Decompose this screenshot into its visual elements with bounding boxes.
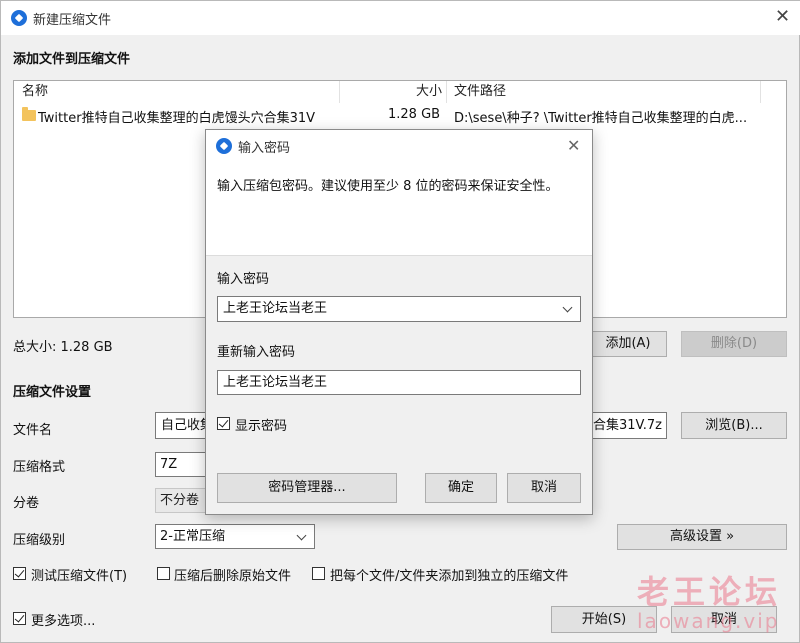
app-logo-icon: [11, 10, 27, 26]
level-select[interactable]: 2-正常压缩: [155, 524, 315, 549]
column-header-path[interactable]: 文件路径: [454, 81, 506, 103]
close-icon[interactable]: ✕: [567, 137, 580, 155]
dialog-title: 输入密码: [238, 141, 291, 156]
test-archive-checkbox[interactable]: [13, 567, 26, 580]
watermark-text: 老王论坛: [637, 573, 782, 611]
password-value: 上老王论坛当老王: [223, 301, 328, 316]
row-name: Twitter推特自己收集整理的白虎馒头穴合集31V: [38, 111, 316, 126]
format-label: 压缩格式: [13, 460, 66, 475]
password-label: 输入密码: [217, 272, 270, 287]
row-path: D:\sese\种子? \Twitter推特自己收集整理的白虎...: [454, 111, 748, 126]
dialog-hint-panel: 输入压缩包密码。建议使用至少 8 位的密码来保证安全性。: [206, 162, 592, 256]
watermark-url: laowang.vip: [637, 609, 780, 633]
column-header-name[interactable]: 名称: [22, 81, 48, 103]
delete-source-label[interactable]: 压缩后删除原始文件: [174, 565, 291, 584]
more-options-checkbox[interactable]: [13, 612, 26, 625]
dialog-hint: 输入压缩包密码。建议使用至少 8 位的密码来保证安全性。: [217, 179, 559, 194]
volume-value: 不分卷: [160, 493, 200, 508]
password-manager-button[interactable]: 密码管理器...: [217, 473, 397, 503]
total-size: 总大小: 1.28 GB: [13, 340, 113, 355]
ok-button[interactable]: 确定: [425, 473, 497, 503]
reenter-password-field[interactable]: 上老王论坛当老王: [217, 370, 581, 395]
column-divider: [760, 81, 761, 103]
test-archive-label[interactable]: 测试压缩文件(T): [31, 565, 127, 584]
separate-archives-label[interactable]: 把每个文件/文件夹添加到独立的压缩文件: [330, 565, 568, 584]
reenter-password-label: 重新输入密码: [217, 345, 296, 360]
format-value: 7Z: [160, 457, 178, 472]
settings-heading: 压缩文件设置: [13, 385, 92, 400]
row-size: 1.28 GB: [388, 107, 441, 122]
show-password-checkbox[interactable]: [217, 417, 230, 430]
advanced-settings-button[interactable]: 高级设置 »: [617, 524, 787, 550]
window-title: 新建压缩文件: [33, 13, 112, 28]
app-logo-icon: [216, 138, 232, 154]
separate-archives-checkbox[interactable]: [312, 567, 325, 580]
chevron-down-icon[interactable]: [562, 302, 573, 313]
chevron-down-icon: [296, 530, 307, 541]
dialog-cancel-button[interactable]: 取消: [507, 473, 581, 503]
password-dialog: 输入密码 ✕ 输入压缩包密码。建议使用至少 8 位的密码来保证安全性。 输入密码…: [205, 129, 593, 515]
password-field[interactable]: 上老王论坛当老王: [217, 296, 581, 322]
browse-button[interactable]: 浏览(B)...: [681, 412, 787, 439]
column-header-size[interactable]: 大小: [416, 81, 442, 103]
reenter-password-value: 上老王论坛当老王: [223, 375, 328, 390]
volume-label: 分卷: [13, 496, 40, 511]
column-divider: [339, 81, 340, 103]
show-password-label[interactable]: 显示密码: [235, 415, 287, 434]
close-icon[interactable]: ✕: [775, 8, 790, 26]
folder-icon: [22, 107, 36, 121]
add-files-heading: 添加文件到压缩文件: [13, 52, 131, 67]
level-value: 2-正常压缩: [160, 529, 225, 544]
delete-button[interactable]: 删除(D): [681, 331, 787, 357]
delete-source-checkbox[interactable]: [157, 567, 170, 580]
level-label: 压缩级别: [13, 533, 66, 548]
filename-label: 文件名: [13, 423, 53, 438]
dialog-title-bar: 输入密码 ✕: [206, 130, 592, 162]
table-row[interactable]: Twitter推特自己收集整理的白虎馒头穴合集31V 1.28 GB D:\se…: [14, 103, 786, 127]
column-divider: [446, 81, 447, 103]
more-options-label[interactable]: 更多选项...: [31, 610, 95, 629]
title-bar: 新建压缩文件 ✕: [1, 1, 800, 35]
